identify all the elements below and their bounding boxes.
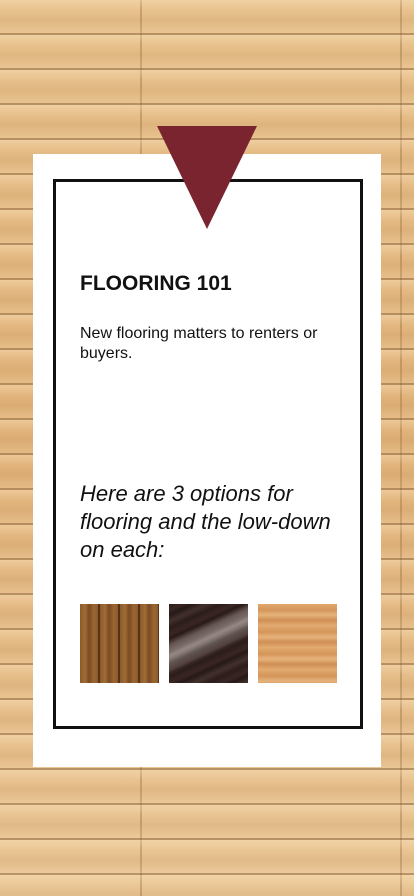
- flooring-page: { "card": { "title": "FLOORING 101", "in…: [0, 0, 414, 896]
- down-triangle-marker-icon: [157, 126, 257, 229]
- card-title: FLOORING 101: [80, 272, 232, 295]
- dark-polished-wood-floor-swatch[interactable]: [169, 604, 248, 683]
- intro-text: New flooring matters to renters or buyer…: [80, 325, 318, 362]
- info-card: FLOORING 101 New flooring matters to ren…: [33, 154, 381, 767]
- options-text: Here are 3 options for flooring and the …: [80, 481, 331, 562]
- card-frame: FLOORING 101 New flooring matters to ren…: [53, 179, 363, 729]
- light-oak-floor-swatch[interactable]: [258, 604, 337, 683]
- hand-scraped-wood-floor-swatch[interactable]: [80, 604, 159, 683]
